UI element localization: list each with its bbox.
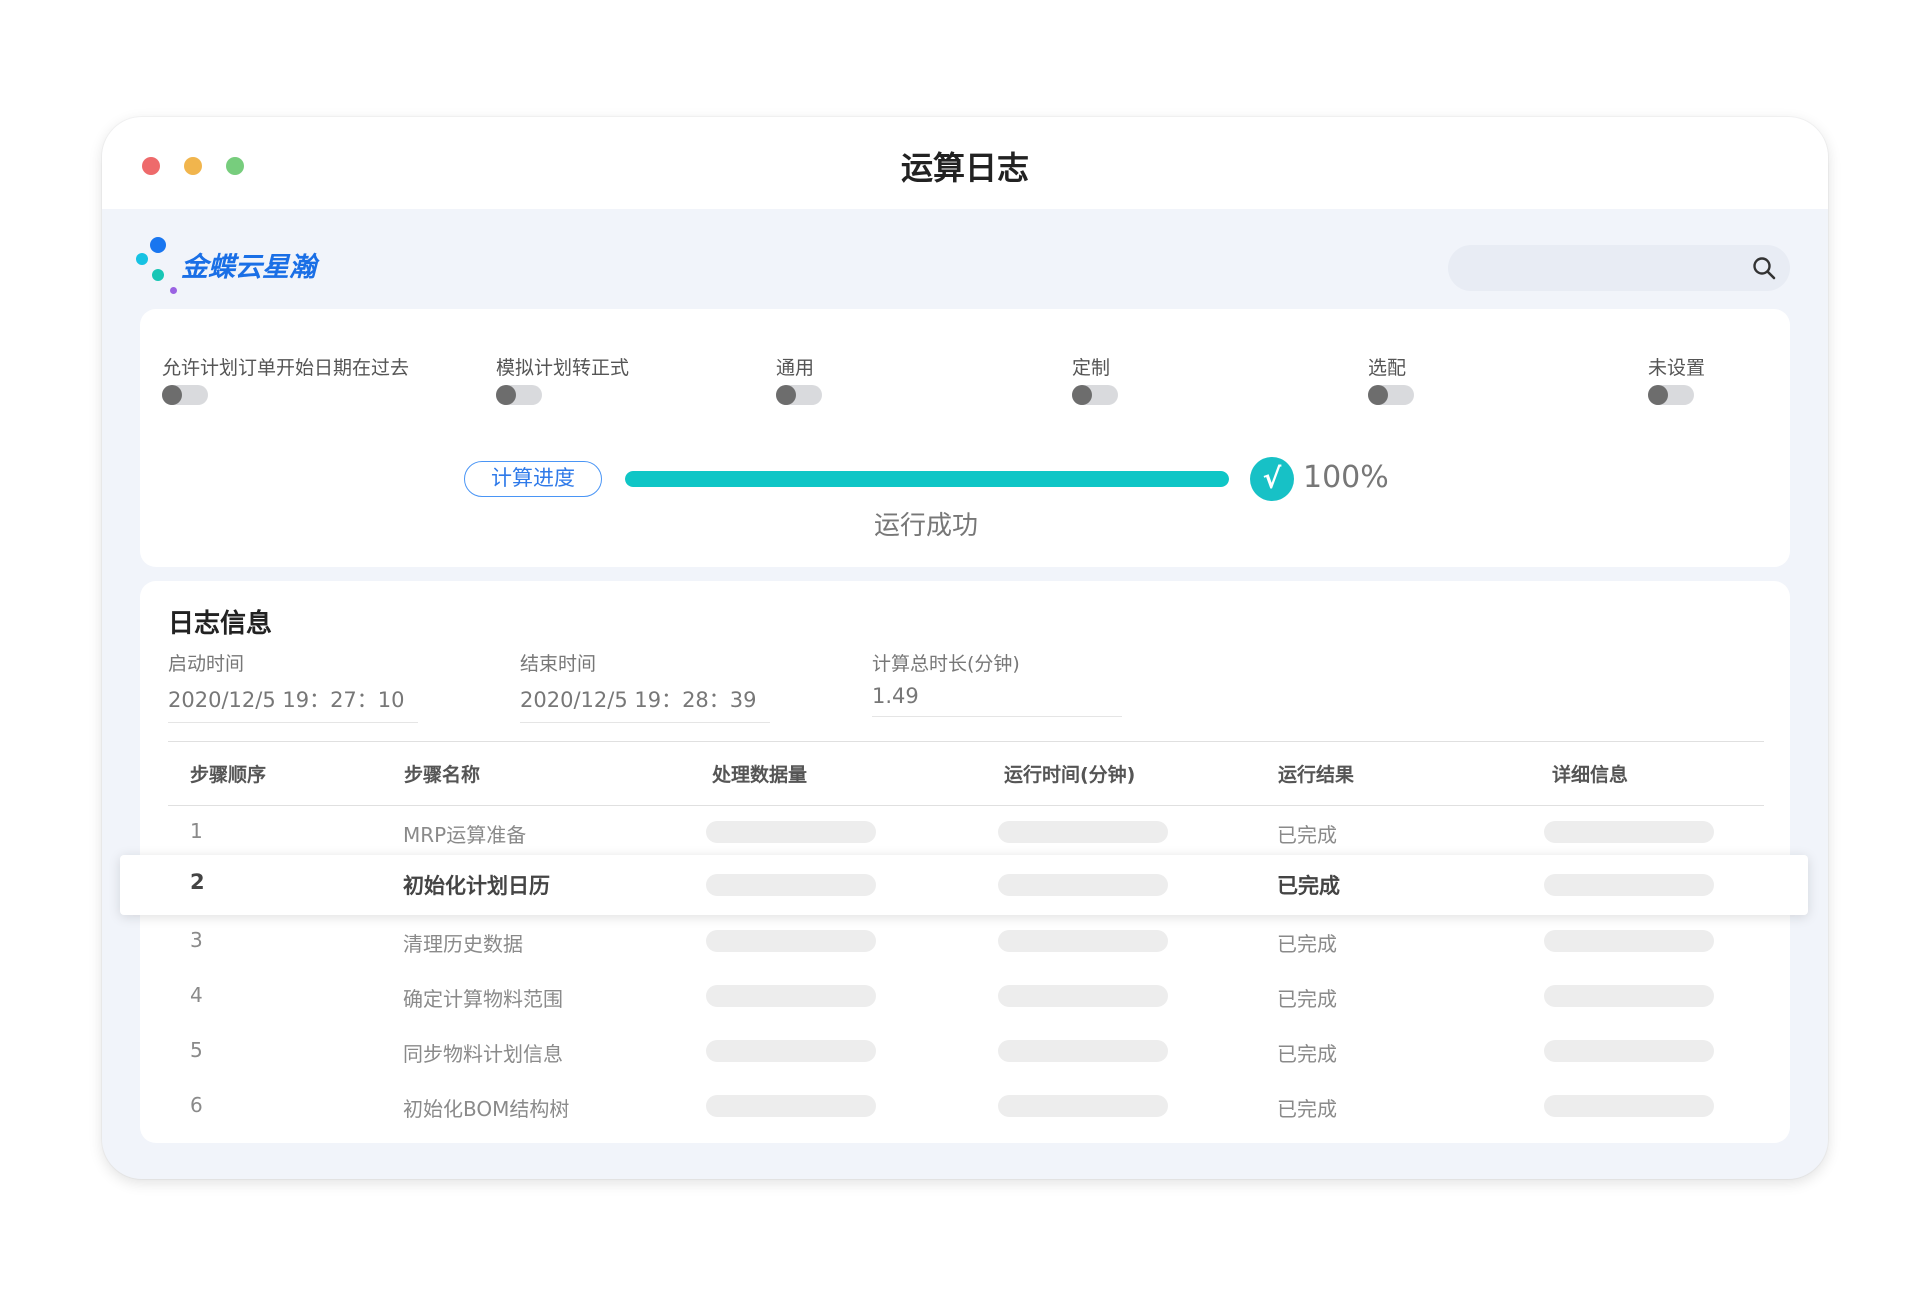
- option-label: 选配: [1368, 357, 1407, 379]
- run-time-placeholder: [998, 874, 1168, 896]
- step-name: MRP运算准备: [403, 823, 527, 847]
- log-title: 日志信息: [168, 609, 273, 639]
- step-order: 6: [190, 1093, 203, 1117]
- progress-status: 运行成功: [874, 511, 979, 541]
- data-volume-placeholder: [706, 985, 876, 1007]
- progress-percent: 100%: [1303, 460, 1389, 495]
- detail-placeholder[interactable]: [1544, 821, 1714, 843]
- brand-logo: 金蝶云星瀚: [136, 237, 356, 301]
- column-header[interactable]: 运行结果: [1278, 760, 1354, 787]
- column-header[interactable]: 处理数据量: [712, 760, 807, 787]
- logo-text: 金蝶云星瀚: [181, 252, 316, 283]
- run-time-placeholder: [998, 985, 1168, 1007]
- option-label: 通用: [776, 357, 815, 379]
- column-header[interactable]: 运行时间(分钟): [1004, 760, 1135, 787]
- table-divider: [168, 741, 1764, 742]
- toggle-switch[interactable]: [1368, 385, 1414, 405]
- search-icon[interactable]: [1752, 256, 1776, 280]
- option-label: 未设置: [1648, 357, 1706, 379]
- step-order: 5: [190, 1038, 203, 1062]
- step-name: 初始化计划日历: [403, 874, 550, 898]
- option-label: 定制: [1072, 357, 1111, 379]
- table-row[interactable]: 5 同步物料计划信息 已完成: [140, 1028, 1790, 1072]
- data-volume-placeholder: [706, 930, 876, 952]
- data-volume-placeholder: [706, 874, 876, 896]
- step-order: 2: [190, 870, 205, 894]
- table-row[interactable]: 6 初始化BOM结构树 已完成: [140, 1083, 1790, 1127]
- start-time-label: 启动时间: [168, 653, 245, 675]
- step-result: 已完成: [1277, 1042, 1337, 1066]
- toggle-switch[interactable]: [1072, 385, 1118, 405]
- step-order: 4: [190, 983, 203, 1007]
- run-time-placeholder: [998, 821, 1168, 843]
- column-header[interactable]: 步骤名称: [404, 760, 480, 787]
- run-time-placeholder: [998, 1095, 1168, 1117]
- check-icon: √: [1250, 457, 1294, 501]
- step-result: 已完成: [1277, 987, 1337, 1011]
- option-configure: 选配: [1368, 353, 1414, 405]
- logo-dot: [136, 253, 148, 265]
- progress-label: 计算进度: [464, 461, 602, 497]
- step-result: 已完成: [1277, 874, 1340, 898]
- option-label: 模拟计划转正式: [496, 357, 630, 379]
- table-row[interactable]: 1 MRP运算准备 已完成: [140, 809, 1790, 853]
- option-label: 允许计划订单开始日期在过去: [162, 357, 410, 379]
- data-volume-placeholder: [706, 821, 876, 843]
- total-duration: 计算总时长(分钟) 1.49: [872, 649, 1122, 717]
- table-row[interactable]: 4 确定计算物料范围 已完成: [140, 973, 1790, 1017]
- step-order: 1: [190, 819, 203, 843]
- option-allow-past-start: 允许计划订单开始日期在过去: [162, 353, 410, 405]
- end-time-value: 2020/12/5 19：28：39: [520, 684, 770, 723]
- column-header[interactable]: 步骤顺序: [190, 760, 266, 787]
- progress-fill: [625, 471, 1229, 487]
- duration-label: 计算总时长(分钟): [872, 653, 1020, 675]
- step-result: 已完成: [1277, 823, 1337, 847]
- window-title: 运算日志: [900, 149, 1029, 187]
- toggle-switch[interactable]: [1648, 385, 1694, 405]
- detail-placeholder[interactable]: [1544, 1095, 1714, 1117]
- detail-placeholder[interactable]: [1544, 874, 1714, 896]
- step-result: 已完成: [1277, 1097, 1337, 1121]
- step-result: 已完成: [1277, 932, 1337, 956]
- data-volume-placeholder: [706, 1040, 876, 1062]
- step-name: 清理历史数据: [403, 932, 523, 956]
- toggle-switch[interactable]: [776, 385, 822, 405]
- start-time: 启动时间 2020/12/5 19：27：10: [168, 649, 418, 723]
- end-time: 结束时间 2020/12/5 19：28：39: [520, 649, 770, 723]
- settings-card: 允许计划订单开始日期在过去 模拟计划转正式 通用 定制 选配 未设置 计算进度 …: [140, 309, 1790, 567]
- duration-value: 1.49: [872, 684, 1122, 717]
- run-time-placeholder: [998, 1040, 1168, 1062]
- toggle-switch[interactable]: [496, 385, 542, 405]
- detail-placeholder[interactable]: [1544, 985, 1714, 1007]
- run-time-placeholder: [998, 930, 1168, 952]
- search-input[interactable]: [1448, 245, 1790, 291]
- step-order: 3: [190, 928, 203, 952]
- data-volume-placeholder: [706, 1095, 876, 1117]
- table-row[interactable]: 3 清理历史数据 已完成: [140, 918, 1790, 962]
- table-divider: [168, 805, 1764, 806]
- end-time-label: 结束时间: [520, 653, 597, 675]
- detail-placeholder[interactable]: [1544, 930, 1714, 952]
- logo-dot: [150, 237, 166, 253]
- table-row-selected[interactable]: 2 初始化计划日历 已完成: [120, 855, 1808, 915]
- option-simulate-to-formal: 模拟计划转正式: [496, 353, 630, 405]
- option-general: 通用: [776, 353, 822, 405]
- title-bar: 运算日志: [102, 117, 1828, 209]
- step-name: 初始化BOM结构树: [403, 1097, 570, 1121]
- logo-dot: [152, 269, 164, 281]
- start-time-value: 2020/12/5 19：27：10: [168, 684, 418, 723]
- option-unset: 未设置: [1648, 353, 1706, 405]
- logo-dot: [170, 287, 177, 294]
- app-window: 运算日志 金蝶云星瀚 允许计划订单开始日期在过去 模拟计划转正式 通用 定制 选…: [102, 117, 1828, 1179]
- step-name: 同步物料计划信息: [403, 1042, 563, 1066]
- option-custom: 定制: [1072, 353, 1118, 405]
- toggle-switch[interactable]: [162, 385, 208, 405]
- column-header[interactable]: 详细信息: [1552, 760, 1628, 787]
- progress-bar: [625, 471, 1229, 487]
- step-name: 确定计算物料范围: [403, 987, 563, 1011]
- detail-placeholder[interactable]: [1544, 1040, 1714, 1062]
